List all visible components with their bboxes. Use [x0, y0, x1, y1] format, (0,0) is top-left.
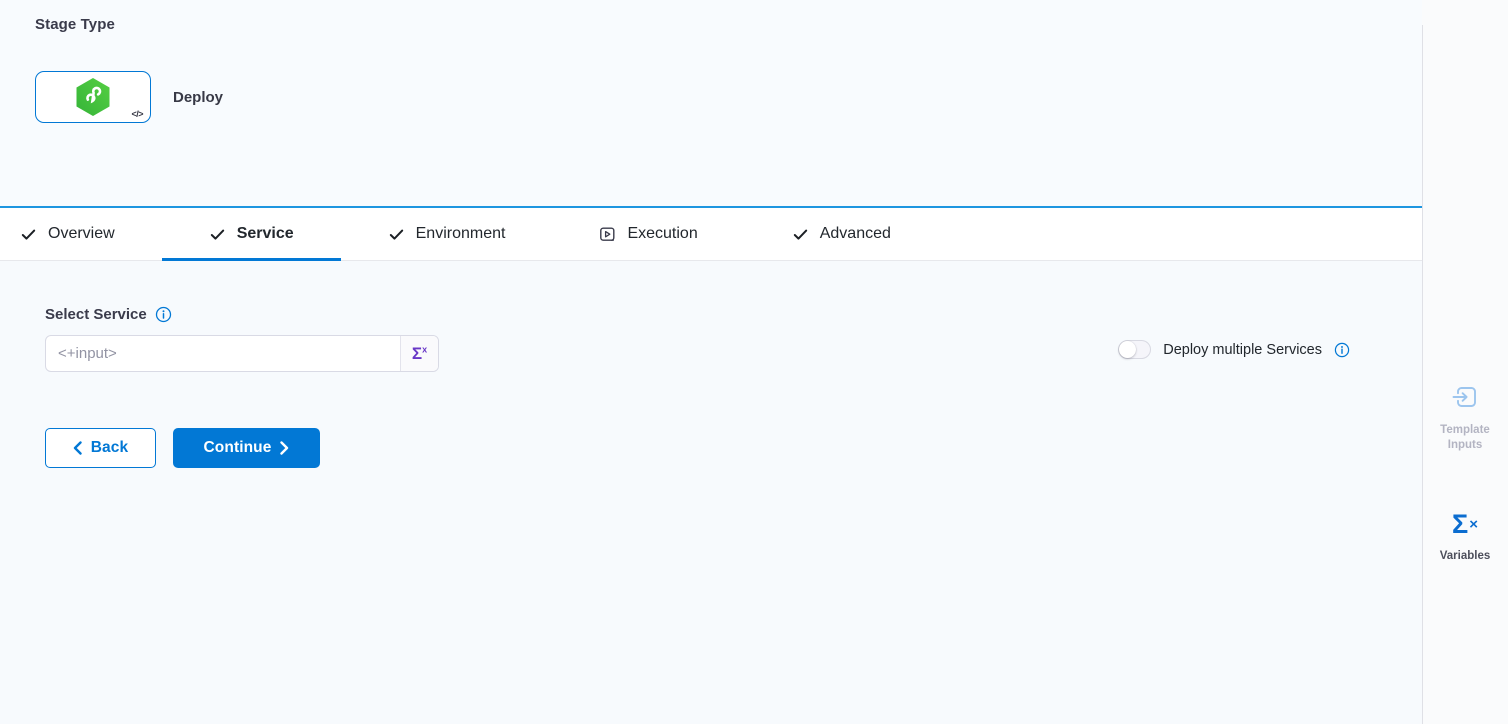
info-icon[interactable]	[155, 306, 172, 323]
stage-type-name: Deploy	[173, 89, 223, 106]
select-service-label-row: Select Service	[45, 306, 1377, 323]
service-tab-content: Select Service Σx	[0, 261, 1422, 724]
check-icon	[209, 226, 226, 243]
tab-execution[interactable]: Execution	[552, 208, 744, 260]
tab-label: Advanced	[820, 225, 891, 243]
tab-environment[interactable]: Environment	[341, 208, 553, 260]
back-button[interactable]: Back	[45, 428, 156, 468]
yaml-code-icon[interactable]: </>	[131, 109, 143, 119]
tab-label: Execution	[627, 225, 697, 243]
tab-label: Service	[237, 225, 294, 243]
check-icon	[20, 226, 37, 243]
execution-icon	[599, 226, 616, 243]
select-service-label: Select Service	[45, 306, 147, 323]
continue-button[interactable]: Continue	[173, 428, 320, 468]
check-icon	[792, 226, 809, 243]
select-service-input-group: Σx	[45, 335, 439, 372]
variables-label: Variables	[1434, 549, 1496, 564]
info-icon[interactable]	[1334, 342, 1350, 358]
variables-rail-button[interactable]: Σ× Variables	[1422, 511, 1508, 564]
stage-config-page: Stage Type	[0, 0, 1508, 724]
tab-advanced[interactable]: Advanced	[745, 208, 938, 260]
tab-label: Overview	[48, 225, 115, 243]
chevron-right-icon	[280, 441, 289, 455]
deploy-multiple-services-label: Deploy multiple Services	[1163, 342, 1322, 358]
deploy-multiple-services-row: Deploy multiple Services	[1118, 340, 1350, 359]
check-icon	[388, 226, 405, 243]
stage-type-label: Stage Type	[35, 16, 1387, 33]
tab-overview[interactable]: Overview	[20, 208, 162, 260]
continue-button-label: Continue	[204, 439, 272, 457]
expression-sigma-icon: Σx	[412, 345, 427, 362]
stage-tab-bar: Overview Service Environment	[0, 208, 1422, 261]
toggle-knob	[1119, 341, 1136, 358]
tab-service[interactable]: Service	[162, 208, 341, 260]
variables-sigma-icon: Σ×	[1452, 511, 1478, 538]
main-panel: Stage Type	[0, 0, 1422, 724]
back-button-label: Back	[91, 439, 128, 457]
select-service-input[interactable]	[46, 336, 400, 371]
runtime-input-type-button[interactable]: Σx	[400, 336, 438, 371]
deploy-stage-card[interactable]: </>	[35, 71, 151, 123]
wizard-button-row: Back Continue	[45, 428, 1377, 468]
deploy-multiple-services-toggle[interactable]	[1118, 340, 1151, 359]
template-inputs-icon	[1422, 382, 1508, 412]
template-inputs-label: Template Inputs	[1434, 423, 1496, 453]
tab-label: Environment	[416, 225, 506, 243]
chevron-left-icon	[73, 441, 82, 455]
stage-card-row: </> Deploy	[35, 71, 1387, 123]
template-inputs-rail-button[interactable]: Template Inputs	[1422, 382, 1508, 453]
stage-type-section: Stage Type	[0, 0, 1422, 208]
deploy-stage-icon	[74, 77, 112, 117]
right-rail: Template Inputs Σ× Variables	[1422, 0, 1508, 724]
